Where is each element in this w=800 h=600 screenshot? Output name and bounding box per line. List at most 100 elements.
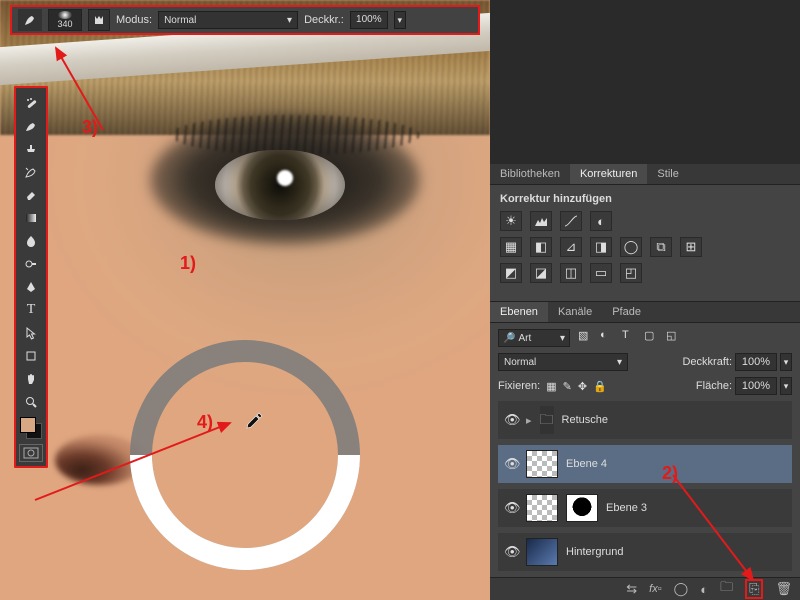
layer-opacity-flyout[interactable]: ▾ [780, 353, 792, 371]
adj-brightness[interactable]: ☀ [500, 211, 522, 231]
opacity-input[interactable]: 100% [350, 11, 388, 29]
adj-hue[interactable]: ◧ [530, 237, 552, 257]
tab-libraries[interactable]: Bibliotheken [490, 164, 570, 184]
visibility-toggle[interactable]: 👁 [504, 412, 518, 428]
active-tool-icon[interactable] [18, 9, 42, 31]
zoom-tool[interactable] [18, 391, 44, 413]
brush-tool[interactable] [18, 115, 44, 137]
adj-levels[interactable] [530, 211, 552, 231]
options-bar: 340 Modus: Normal▾ Deckkr.: 100% ▾ [10, 5, 480, 35]
layer-row-ebene4[interactable]: 👁 Ebene 4 [498, 445, 792, 483]
mode-label: Modus: [116, 14, 152, 26]
adj-colorbalance[interactable]: ⊿ [560, 237, 582, 257]
visibility-toggle[interactable]: 👁 [504, 544, 518, 560]
adj-bw[interactable]: ◨ [590, 237, 612, 257]
tab-paths[interactable]: Pfade [602, 302, 651, 322]
gradient-tool[interactable] [18, 207, 44, 229]
layer-filter-row: 🔎Art▾ ▧ ◐ T ▢ ◱ [498, 329, 792, 347]
adjustments-panel: Korrektur hinzufügen ☀ ◐ ▦ ◧ ⊿ ◨ ◯ ⧉ ⊞ ◩… [490, 185, 800, 297]
opacity-flyout[interactable]: ▾ [394, 11, 406, 29]
layer-name[interactable]: Retusche [562, 414, 608, 426]
panel-tabs-2: Ebenen Kanäle Pfade [490, 302, 800, 323]
layer-blend-mode[interactable]: Normal▾ [498, 353, 628, 371]
delete-layer-icon[interactable]: 🗑 [775, 581, 792, 597]
layer-filter-type[interactable]: 🔎Art▾ [498, 329, 570, 347]
layer-name[interactable]: Hintergrund [566, 546, 623, 558]
layer-row-background[interactable]: 👁 Hintergrund [498, 533, 792, 571]
right-panels: Bibliotheken Korrekturen Stile Korrektur… [490, 0, 800, 600]
fx-icon[interactable]: fx▫ [649, 583, 661, 595]
adjustments-title: Korrektur hinzufügen [500, 193, 790, 205]
pen-tool[interactable] [18, 276, 44, 298]
filter-pixel[interactable]: ▧ [578, 329, 596, 347]
filter-adjust[interactable]: ◐ [600, 329, 618, 347]
adj-invert[interactable]: ◩ [500, 263, 522, 283]
quickmask-toggle[interactable] [19, 444, 43, 462]
layer-lock-row: Fixieren:▦✎✥🔒 Fläche:100%▾ [498, 377, 792, 395]
adj-threshold[interactable]: ◫ [560, 263, 582, 283]
mask-icon[interactable]: ◯ [674, 581, 689, 597]
new-layer-icon[interactable]: ⎘ [745, 579, 763, 599]
clone-stamp-tool[interactable] [18, 138, 44, 160]
layer-fill[interactable]: 100% [735, 377, 777, 395]
adj-curves[interactable] [560, 211, 582, 231]
brush-panel-toggle[interactable] [88, 9, 110, 31]
tab-adjustments[interactable]: Korrekturen [570, 164, 647, 184]
filter-shape[interactable]: ▢ [644, 329, 662, 347]
adj-selective[interactable]: ◰ [620, 263, 642, 283]
lock-trans-icon[interactable]: ▦ [546, 380, 556, 393]
shape-tool[interactable] [18, 345, 44, 367]
brush-size-value: 340 [57, 20, 72, 29]
tools-panel: T [14, 86, 48, 468]
adj-channelmixer[interactable]: ⧉ [650, 237, 672, 257]
adj-vibrance[interactable]: ▦ [500, 237, 522, 257]
filter-smart[interactable]: ◱ [666, 329, 684, 347]
brush-preset-picker[interactable]: 340 [48, 9, 82, 31]
blur-tool[interactable] [18, 230, 44, 252]
layer-blend-row: Normal▾ Deckkraft:100%▾ [498, 353, 792, 371]
preview-area [490, 0, 800, 164]
history-brush-tool[interactable] [18, 161, 44, 183]
link-layers-icon[interactable]: ⇆ [626, 581, 637, 597]
type-tool[interactable]: T [18, 299, 44, 321]
adj-posterize[interactable]: ◪ [530, 263, 552, 283]
lock-all-icon[interactable]: 🔒 [593, 380, 607, 393]
color-swatches[interactable] [20, 417, 42, 439]
layer-thumbnail[interactable] [526, 494, 558, 522]
canvas[interactable] [0, 0, 490, 600]
layer-name[interactable]: Ebene 3 [606, 502, 647, 514]
filter-type[interactable]: T [622, 329, 640, 347]
opacity-label: Deckkr.: [304, 14, 344, 26]
tab-styles[interactable]: Stile [647, 164, 688, 184]
path-selection-tool[interactable] [18, 322, 44, 344]
layer-row-ebene3[interactable]: 👁 Ebene 3 [498, 489, 792, 527]
visibility-toggle[interactable]: 👁 [504, 500, 518, 516]
adj-colorlookup[interactable]: ⊞ [680, 237, 702, 257]
adj-exposure[interactable]: ◐ [590, 211, 612, 231]
panel-tabs-1: Bibliotheken Korrekturen Stile [490, 164, 800, 185]
layer-mask-thumbnail[interactable] [566, 494, 598, 522]
dodge-tool[interactable] [18, 253, 44, 275]
layer-thumbnail[interactable] [526, 538, 558, 566]
adjustment-layer-icon[interactable]: ◐ [700, 582, 708, 597]
layer-opacity[interactable]: 100% [735, 353, 777, 371]
lock-paint-icon[interactable]: ✎ [563, 380, 572, 393]
layer-fill-flyout[interactable]: ▾ [780, 377, 792, 395]
tab-channels[interactable]: Kanäle [548, 302, 602, 322]
blend-mode-dropdown[interactable]: Normal▾ [158, 11, 298, 29]
lock-pos-icon[interactable]: ✥ [578, 380, 587, 393]
layers-panel: 🔎Art▾ ▧ ◐ T ▢ ◱ Normal▾ Deckkraft:100%▾ … [490, 323, 800, 577]
layers-footer: ⇆ fx▫ ◯ ◐ 🗀 ⎘ 🗑 [490, 577, 800, 600]
visibility-toggle[interactable]: 👁 [504, 456, 518, 472]
layer-row-group[interactable]: 👁 ▸ 🗀 Retusche [498, 401, 792, 439]
hand-tool[interactable] [18, 368, 44, 390]
group-icon[interactable]: 🗀 [720, 578, 733, 600]
eraser-tool[interactable] [18, 184, 44, 206]
tab-layers[interactable]: Ebenen [490, 302, 548, 322]
adj-photofilter[interactable]: ◯ [620, 237, 642, 257]
adj-gradientmap[interactable]: ▭ [590, 263, 612, 283]
disclosure-icon[interactable]: ▸ [526, 414, 532, 427]
heal-brush-tool[interactable] [18, 92, 44, 114]
layer-name[interactable]: Ebene 4 [566, 458, 607, 470]
layer-thumbnail[interactable] [526, 450, 558, 478]
